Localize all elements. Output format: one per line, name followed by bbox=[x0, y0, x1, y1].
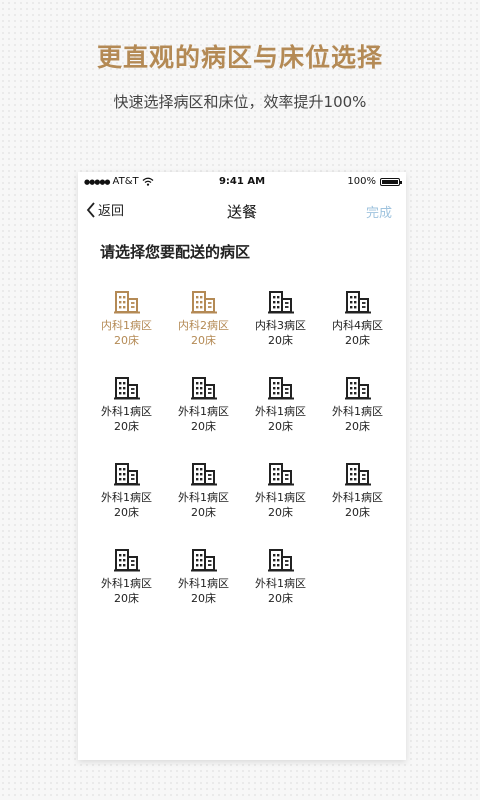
ward-item[interactable]: 外科1病区 20床 bbox=[242, 462, 319, 548]
ward-beds: 20床 bbox=[268, 334, 293, 347]
nav-title: 送餐 bbox=[226, 203, 257, 221]
building-icon bbox=[113, 462, 140, 486]
ward-item[interactable]: 外科1病区 20床 bbox=[88, 548, 165, 634]
nav-bar: 返回 送餐 完成 bbox=[78, 196, 406, 224]
promo-headline: 更直观的病区与床位选择 bbox=[96, 43, 383, 72]
battery-percent: 100% bbox=[347, 176, 376, 187]
ward-name: 外科1病区 bbox=[255, 491, 306, 504]
ward-beds: 20床 bbox=[191, 592, 216, 605]
ward-item[interactable]: 外科1病区 20床 bbox=[165, 548, 242, 634]
ward-name: 外科1病区 bbox=[332, 405, 383, 418]
ward-item[interactable]: 外科1病区 20床 bbox=[319, 376, 396, 462]
ward-item[interactable]: 外科1病区 20床 bbox=[319, 462, 396, 548]
ward-item[interactable]: 外科1病区 20床 bbox=[88, 376, 165, 462]
ward-prompt: 请选择您要配送的病区 bbox=[100, 243, 251, 261]
battery-icon bbox=[380, 177, 402, 186]
building-icon bbox=[344, 290, 371, 314]
building-icon bbox=[267, 376, 294, 400]
building-icon bbox=[113, 548, 140, 572]
ward-item[interactable]: 外科1病区 20床 bbox=[88, 462, 165, 548]
ward-name: 内科1病区 bbox=[101, 319, 152, 332]
ward-name: 内科4病区 bbox=[332, 319, 383, 332]
status-right: 100% bbox=[347, 176, 402, 187]
building-icon bbox=[190, 376, 217, 400]
building-icon bbox=[267, 548, 294, 572]
phone-screen: ●●●●● AT&T 9:41 AM 100% 返回 送餐 完成 请选择您要配送… bbox=[78, 172, 406, 760]
ward-item[interactable]: 外科1病区 20床 bbox=[165, 376, 242, 462]
promo-subline: 快速选择病区和床位，效率提升100% bbox=[113, 93, 367, 111]
building-icon bbox=[344, 376, 371, 400]
ward-item[interactable]: 内科2病区 20床 bbox=[165, 290, 242, 376]
ward-beds: 20床 bbox=[114, 334, 139, 347]
ward-beds: 20床 bbox=[268, 506, 293, 519]
ward-item[interactable]: 内科3病区 20床 bbox=[242, 290, 319, 376]
ward-name: 外科1病区 bbox=[101, 491, 152, 504]
building-icon bbox=[267, 462, 294, 486]
building-icon bbox=[190, 462, 217, 486]
status-bar: ●●●●● AT&T 9:41 AM 100% bbox=[78, 172, 406, 192]
ward-beds: 20床 bbox=[268, 420, 293, 433]
ward-beds: 20床 bbox=[191, 334, 216, 347]
ward-beds: 20床 bbox=[114, 420, 139, 433]
building-icon bbox=[190, 290, 217, 314]
ward-item[interactable]: 内科1病区 20床 bbox=[88, 290, 165, 376]
ward-beds: 20床 bbox=[268, 592, 293, 605]
ward-beds: 20床 bbox=[114, 592, 139, 605]
ward-name: 外科1病区 bbox=[255, 577, 306, 590]
ward-grid: 内科1病区 20床 内科2病区 20床 内科3病区 20床 内科4病区 20床 外科1病区 20床… bbox=[88, 290, 396, 634]
done-button[interactable]: 完成 bbox=[366, 202, 392, 221]
ward-name: 外科1病区 bbox=[101, 405, 152, 418]
ward-beds: 20床 bbox=[114, 506, 139, 519]
ward-name: 外科1病区 bbox=[255, 405, 306, 418]
building-icon bbox=[113, 376, 140, 400]
ward-item[interactable]: 外科1病区 20床 bbox=[242, 376, 319, 462]
battery-fill bbox=[382, 179, 398, 184]
ward-beds: 20床 bbox=[191, 506, 216, 519]
ward-name: 外科1病区 bbox=[178, 405, 229, 418]
building-icon bbox=[344, 462, 371, 486]
ward-name: 外科1病区 bbox=[178, 491, 229, 504]
building-icon bbox=[267, 290, 294, 314]
ward-item[interactable]: 外科1病区 20床 bbox=[242, 548, 319, 634]
ward-name: 外科1病区 bbox=[101, 577, 152, 590]
ward-name: 内科2病区 bbox=[178, 319, 229, 332]
ward-name: 外科1病区 bbox=[178, 577, 229, 590]
building-icon bbox=[113, 290, 140, 314]
ward-item[interactable]: 内科4病区 20床 bbox=[319, 290, 396, 376]
ward-name: 外科1病区 bbox=[332, 491, 383, 504]
building-icon bbox=[190, 548, 217, 572]
ward-beds: 20床 bbox=[345, 506, 370, 519]
ward-name: 内科3病区 bbox=[255, 319, 306, 332]
ward-beds: 20床 bbox=[191, 420, 216, 433]
ward-item[interactable]: 外科1病区 20床 bbox=[165, 462, 242, 548]
ward-beds: 20床 bbox=[345, 334, 370, 347]
ward-beds: 20床 bbox=[345, 420, 370, 433]
